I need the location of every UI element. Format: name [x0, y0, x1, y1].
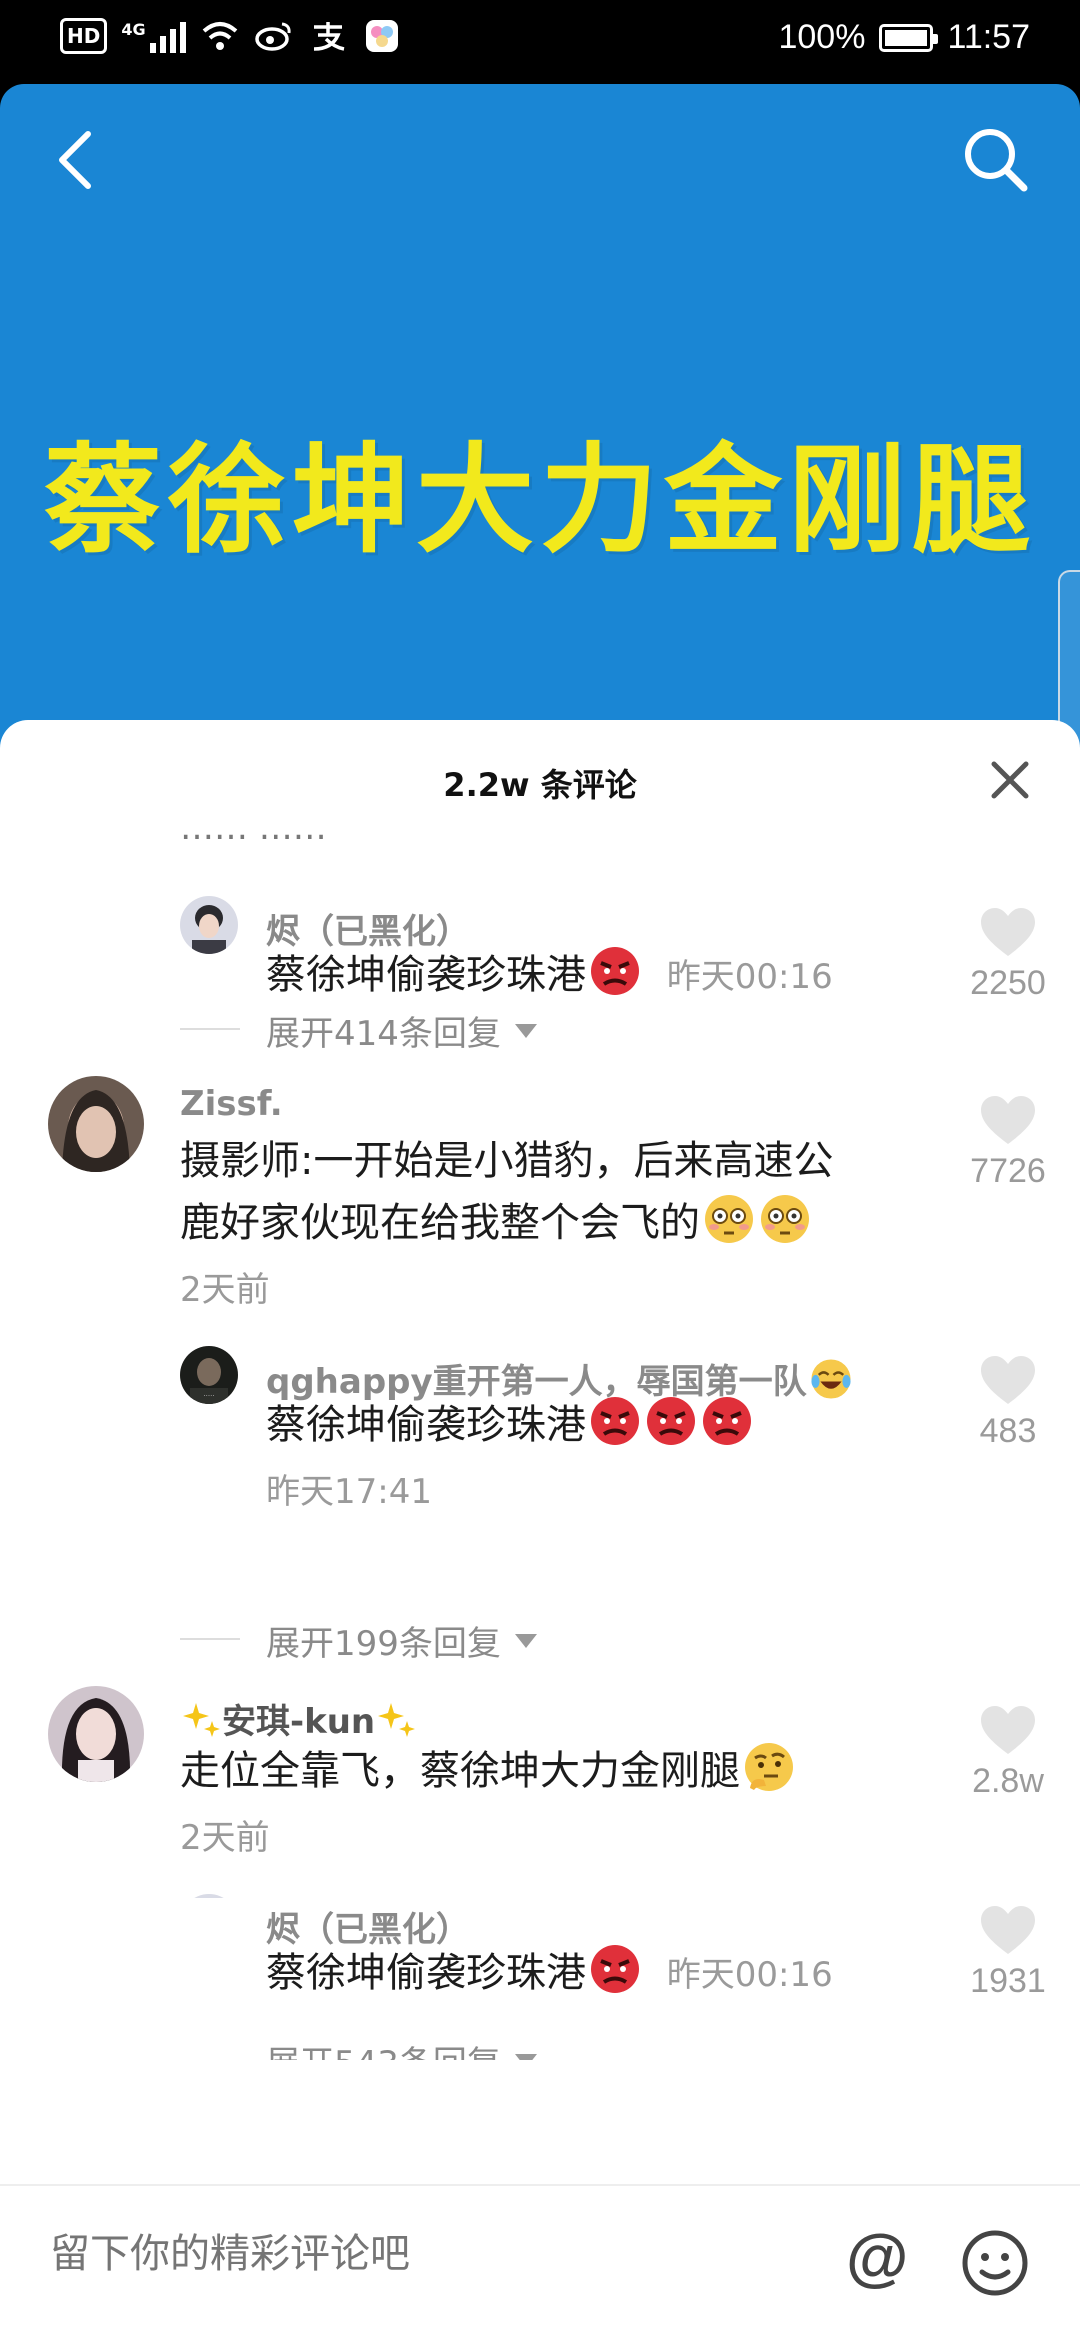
angry-face-emoji — [703, 1397, 751, 1445]
status-right: 100% 11:57 — [778, 18, 1030, 57]
like-count: 2.8w — [972, 1762, 1044, 1800]
alipay-icon — [313, 22, 344, 51]
comment-text: 摄影师:一开始是小猎豹，后来高速公 — [180, 1138, 834, 1184]
status-bar: HD 4G 100% 11:57 — [0, 0, 1080, 84]
video-title-overlay: 蔡徐坤大力金刚腿 — [43, 431, 1036, 569]
dropdown-triangle-icon — [514, 1633, 537, 1648]
partial-comment-text: …… …… — [180, 830, 327, 848]
dropdown-triangle-icon — [514, 2053, 537, 2060]
comment-text: 走位全靠飞，蔡徐坤大力金刚腿 — [180, 1740, 796, 1802]
like-count: 7726 — [970, 1152, 1046, 1190]
svg-text:·····: ····· — [203, 1392, 214, 1400]
smiley-face-icon[interactable] — [960, 2228, 1030, 2298]
comment-text: 蔡徐坤偷袭珍珠港 昨天00:16 — [266, 1942, 833, 2006]
signal-icon — [149, 19, 186, 53]
heart-icon — [981, 908, 1035, 956]
comment-text: 蔡徐坤偷袭珍珠港 昨天00:16 — [266, 944, 833, 1008]
mention-button[interactable]: @ — [846, 2220, 908, 2294]
sparkles-emoji — [183, 1703, 220, 1737]
angry-face-emoji — [591, 1397, 639, 1445]
avatar[interactable] — [48, 1076, 144, 1172]
search-icon[interactable] — [956, 120, 1036, 200]
comment-list[interactable]: …… …… 烬（已黑化） 蔡徐坤偷袭珍珠港 昨天00:16 2250 展开414… — [0, 830, 1080, 1898]
tears-of-joy-emoji — [811, 1359, 851, 1399]
like-button[interactable]: 483 — [948, 1354, 1068, 1451]
weibo-icon — [254, 22, 291, 51]
expand-replies-button[interactable]: 展开543条回复 — [266, 2036, 537, 2060]
heart-icon — [981, 1906, 1035, 1954]
angry-face-emoji — [591, 947, 639, 995]
heart-icon — [981, 1356, 1035, 1404]
status-left-icons: HD 4G — [60, 18, 402, 54]
heart-icon — [981, 1706, 1035, 1754]
comment-text-line2: 鹿好家伙现在给我整个会飞的 — [180, 1192, 812, 1254]
video-player[interactable]: 蔡徐坤大力金刚腿 — [0, 84, 1080, 764]
divider-line — [180, 1638, 240, 1640]
like-button[interactable]: 7726 — [948, 1094, 1068, 1191]
like-count: 1931 — [970, 1962, 1046, 2000]
username[interactable]: 安琪-kun — [180, 1694, 417, 1743]
divider-line — [180, 1028, 240, 1030]
heart-icon — [981, 1096, 1035, 1144]
comment-sheet: 2.2w 条评论 …… …… 烬（已黑化） 蔡徐坤偷袭珍珠港 昨天00:16 2… — [0, 720, 1080, 2340]
flushed-face-emoji — [761, 1195, 809, 1243]
wifi-icon — [202, 22, 237, 50]
expand-replies-button[interactable]: 展开199条回复 — [266, 1616, 537, 1665]
comment-time: 昨天00:16 — [666, 1955, 833, 1995]
comment-date: 昨天17:41 — [266, 1472, 432, 1512]
comment-date: 2天前 — [180, 1270, 270, 1310]
network-type: 4G — [121, 19, 146, 39]
avatar[interactable] — [180, 896, 238, 954]
expand-replies-button[interactable]: 展开414条回复 — [266, 1006, 537, 1055]
comment-input[interactable] — [48, 2230, 832, 2278]
close-icon[interactable] — [986, 756, 1034, 804]
sheet-header: 2.2w 条评论 — [0, 720, 1080, 830]
comment-time: 昨天00:16 — [666, 957, 833, 997]
clock: 11:57 — [947, 18, 1030, 56]
battery-percent: 100% — [778, 18, 866, 56]
avatar[interactable]: ····· — [180, 1346, 238, 1404]
battery-icon — [879, 23, 939, 52]
comment-input-bar: @ — [0, 2184, 1080, 2340]
comment-text: 蔡徐坤偷袭珍珠港 — [266, 1394, 754, 1456]
like-button[interactable]: 1931 — [948, 1904, 1068, 2001]
angry-face-emoji — [647, 1397, 695, 1445]
like-button[interactable]: 2250 — [948, 906, 1068, 1003]
cutoff-row: 展开543条回复 — [0, 2020, 1080, 2060]
avatar[interactable] — [180, 1894, 238, 1898]
like-count: 2250 — [970, 964, 1046, 1002]
like-button[interactable]: 2.8w — [948, 1704, 1068, 1801]
back-arrow-icon[interactable] — [48, 120, 108, 200]
app-notification-icon — [365, 20, 398, 52]
sparkles-emoji — [378, 1703, 416, 1737]
avatar[interactable] — [48, 1686, 144, 1782]
comment-date: 2天前 — [180, 1818, 270, 1858]
flushed-face-emoji — [705, 1195, 753, 1243]
comment-count-title: 2.2w 条评论 — [443, 766, 637, 804]
thinking-face-emoji — [745, 1743, 793, 1791]
dropdown-triangle-icon — [514, 1023, 537, 1038]
angry-face-emoji — [591, 1945, 639, 1993]
hd-badge: HD — [60, 18, 108, 54]
like-count: 483 — [979, 1412, 1037, 1450]
username[interactable]: Zissf. — [180, 1084, 283, 1124]
